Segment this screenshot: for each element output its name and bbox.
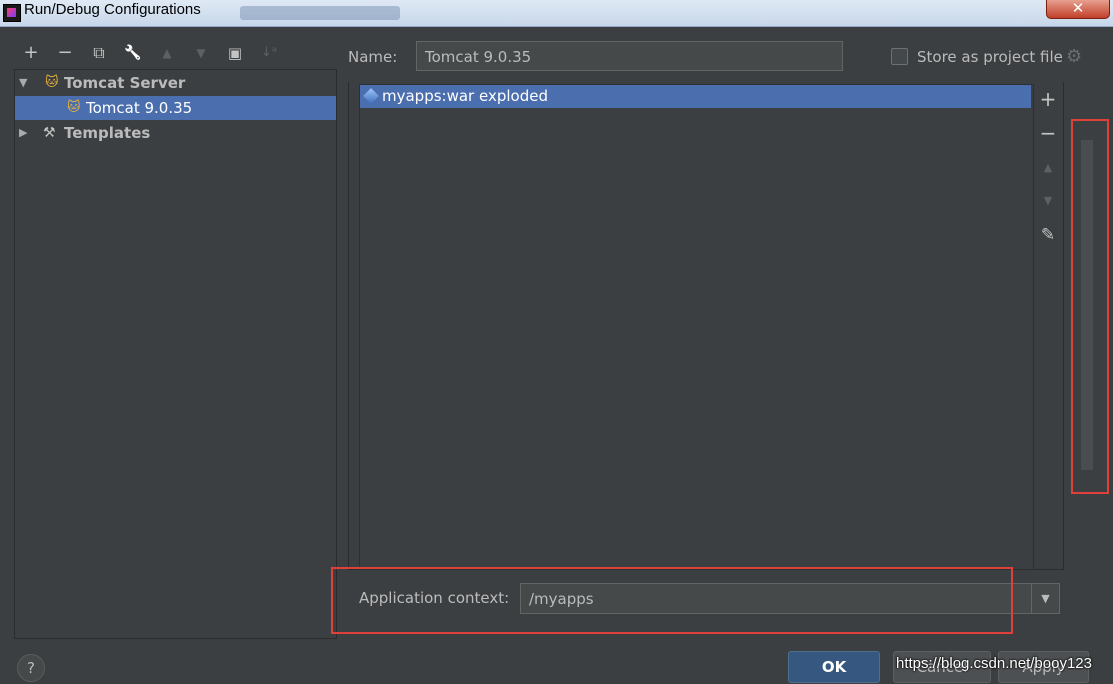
move-up-button[interactable]: ▲ [1038, 158, 1058, 178]
move-down-button[interactable]: ▼ [1038, 191, 1058, 211]
wrench-icon: ⚒ [43, 125, 56, 141]
collapse-arrow-icon[interactable]: ▶ [19, 121, 27, 145]
store-as-project-label[interactable]: Store as project file [917, 48, 1063, 66]
copy-icon[interactable]: ⧉ [88, 42, 110, 64]
move-down-icon[interactable]: ▼ [190, 42, 212, 64]
tree-item-tomcat-9[interactable]: 🐱 Tomcat 9.0.35 [15, 96, 336, 120]
name-field[interactable]: Tomcat 9.0.35 [416, 41, 843, 71]
remove-icon[interactable]: − [54, 42, 76, 64]
watermark: https://blog.csdn.net/booy123 [896, 655, 1092, 672]
new-folder-icon[interactable]: ▣ [224, 42, 246, 64]
tree-item-tomcat-server[interactable]: ▼ 🐱 Tomcat Server [15, 71, 336, 95]
name-label: Name: [348, 48, 398, 66]
ok-button[interactable]: OK [788, 651, 880, 683]
gear-icon[interactable]: ⚙ [1066, 46, 1082, 67]
deployment-item-label: myapps:war exploded [382, 87, 548, 105]
remove-deployment-button[interactable]: − [1038, 123, 1058, 143]
deployment-list[interactable] [359, 84, 1034, 570]
tomcat-icon: 🐱 [45, 75, 59, 90]
add-icon[interactable]: + [20, 42, 42, 64]
artifact-icon [363, 88, 379, 104]
window-title: Run/Debug Configurations [24, 1, 201, 18]
highlight-box-scrollbar [1071, 119, 1109, 494]
store-as-project-checkbox[interactable] [891, 48, 908, 65]
tree-item-label: Tomcat 9.0.35 [86, 99, 193, 117]
title-bar: Run/Debug Configurations ✕ [0, 0, 1113, 27]
wrench-icon[interactable]: 🔧 [122, 42, 144, 64]
intellij-icon [3, 4, 21, 22]
background-window-ghost [240, 6, 400, 20]
tree-item-label: Tomcat Server [64, 74, 186, 92]
configurations-tree[interactable]: ▼ 🐱 Tomcat Server 🐱 Tomcat 9.0.35 ▶ ⚒ Te… [14, 69, 337, 639]
expand-arrow-icon[interactable]: ▼ [19, 71, 27, 95]
add-deployment-button[interactable]: + [1038, 89, 1058, 109]
highlight-box-context [331, 567, 1013, 634]
chevron-down-icon[interactable]: ▼ [1031, 583, 1060, 614]
deployment-item[interactable]: myapps:war exploded [360, 85, 1031, 108]
tree-item-templates[interactable]: ▶ ⚒ Templates [15, 121, 336, 145]
edit-pencil-icon[interactable]: ✎ [1038, 225, 1058, 245]
close-button[interactable]: ✕ [1046, 0, 1110, 19]
move-up-icon[interactable]: ▲ [156, 42, 178, 64]
help-button[interactable]: ? [17, 654, 45, 682]
sort-icon[interactable]: ↓ᵃ [258, 42, 280, 64]
tree-item-label: Templates [64, 124, 151, 142]
tomcat-icon: 🐱 [67, 100, 81, 115]
